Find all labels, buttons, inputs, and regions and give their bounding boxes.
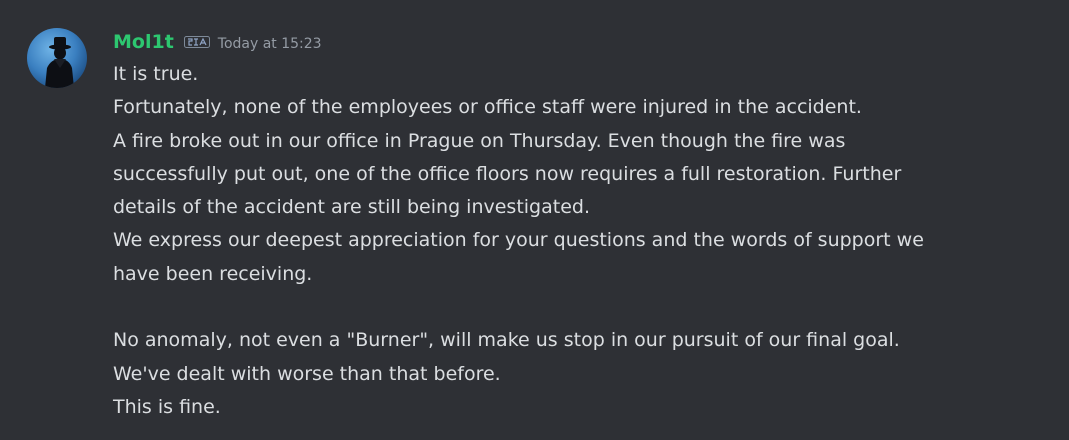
message-line: This is fine. [113, 395, 221, 418]
message-line: We express our deepest appreciation for … [113, 229, 924, 252]
message-line: A fire broke out in our office in Prague… [113, 129, 846, 152]
message-line: successfully put out, one of the office … [113, 162, 902, 185]
message-header: Mol1t Today at 15:23 [113, 26, 1029, 58]
chat-message: Mol1t Today at 15:23 It is true. Fortuna… [0, 0, 1069, 440]
message-line: have been receiving. [113, 262, 313, 285]
user-silhouette-icon [27, 28, 87, 88]
avatar[interactable] [27, 28, 87, 88]
message-line: It is true. [113, 63, 199, 85]
username[interactable]: Mol1t [113, 26, 174, 58]
message-line: details of the accident are still being … [113, 196, 590, 219]
message-line: Fortunately, none of the employees or of… [113, 96, 862, 119]
clan-tag-icon[interactable] [183, 34, 210, 50]
timestamp[interactable]: Today at 15:23 [218, 28, 322, 60]
message-content: It is true. Fortunately, none of the emp… [113, 58, 1029, 424]
message-line: No anomaly, not even a "Burner", will ma… [113, 329, 900, 352]
message-line: We've dealt with worse than that before. [113, 362, 501, 385]
